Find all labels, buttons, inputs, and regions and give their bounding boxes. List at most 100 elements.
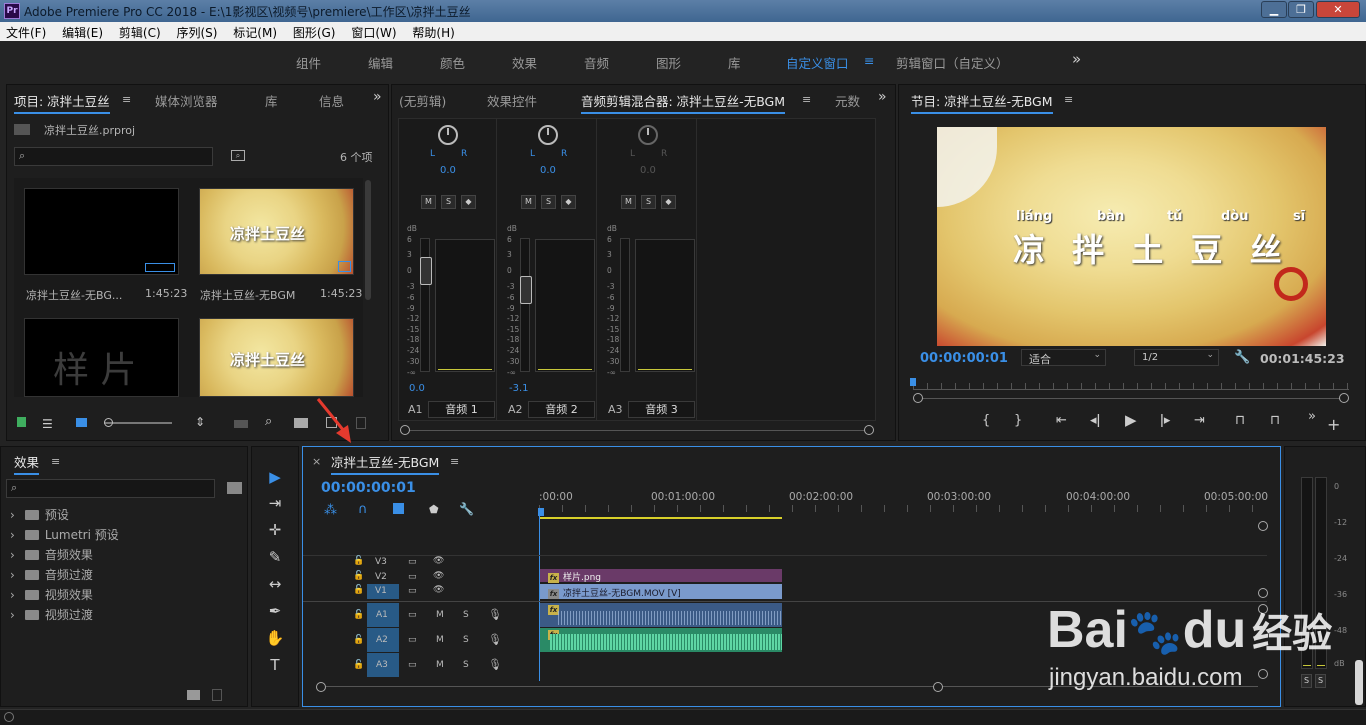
track-sync-icon[interactable]: ▭: [408, 572, 417, 582]
workspace-libraries[interactable]: 库: [728, 53, 741, 72]
project-item-thumbnail-sample[interactable]: 样 片: [24, 318, 179, 397]
play-icon[interactable]: ▶: [1125, 411, 1137, 429]
mixer-scroll-handle-left[interactable]: [400, 425, 410, 435]
program-zoom-handle-right[interactable]: [1339, 393, 1349, 403]
tab-effect-controls[interactable]: 效果控件: [487, 91, 537, 110]
volume-fader-handle[interactable]: [520, 276, 532, 304]
mark-out-icon[interactable]: }: [1014, 413, 1022, 428]
track-mute-button[interactable]: M: [436, 660, 444, 670]
mixer-tab-menu-icon[interactable]: ≡: [802, 93, 811, 106]
track-lock-icon[interactable]: 🔓: [353, 585, 364, 595]
track-select-tool-icon[interactable]: ⇥: [265, 493, 285, 513]
pan-value[interactable]: 0.0: [440, 165, 456, 176]
tab-libraries[interactable]: 库: [265, 91, 278, 110]
tab-source[interactable]: (无剪辑): [399, 91, 446, 110]
track-lock-icon[interactable]: 🔓: [353, 571, 364, 581]
workspace-assembly[interactable]: 组件: [296, 53, 321, 72]
tab-info[interactable]: 信息: [319, 91, 344, 110]
workspace-clip-custom[interactable]: 剪辑窗口（自定义）: [896, 53, 1009, 72]
new-custom-bin-icon[interactable]: [227, 482, 242, 494]
find-icon[interactable]: ⌕: [265, 414, 272, 429]
zoom-slider[interactable]: [104, 422, 172, 424]
timeline-sequence-tab[interactable]: 凉拌土豆丝-无BGM: [331, 452, 439, 475]
effects-folder-audio-effects[interactable]: › 音频效果: [10, 546, 93, 563]
pan-value[interactable]: 0.0: [640, 165, 656, 176]
mute-button[interactable]: M: [621, 195, 636, 209]
keyframe-button[interactable]: ◆: [461, 195, 476, 209]
close-window-button[interactable]: ✕: [1316, 1, 1360, 18]
lift-icon[interactable]: ⊓: [1235, 413, 1245, 428]
project-more-icon[interactable]: »: [373, 89, 382, 105]
menu-edit[interactable]: 编辑(E): [56, 22, 109, 43]
effects-folder-video-effects[interactable]: › 视频效果: [10, 586, 93, 603]
menu-marker[interactable]: 标记(M): [227, 22, 283, 43]
track-solo-button[interactable]: S: [463, 635, 469, 645]
project-item-name[interactable]: 凉拌土豆丝-无BG...: [26, 287, 122, 303]
track-eye-icon[interactable]: 👁: [433, 571, 444, 581]
lock-icon[interactable]: [17, 417, 26, 427]
workspace-color[interactable]: 颜色: [440, 53, 465, 72]
workspace-audio[interactable]: 音频: [584, 53, 609, 72]
razor-tool-icon[interactable]: ✎: [265, 547, 285, 567]
meters-scrollbar[interactable]: [1355, 660, 1363, 705]
nest-toggle-icon[interactable]: ⁂: [324, 503, 337, 518]
go-to-out-icon[interactable]: ⇥: [1194, 413, 1205, 428]
workspace-editing[interactable]: 编辑: [368, 53, 393, 72]
volume-value[interactable]: 0.0: [409, 383, 425, 394]
step-back-icon[interactable]: ◂ǀ: [1090, 413, 1100, 428]
pan-knob[interactable]: [438, 125, 458, 145]
fit-dropdown[interactable]: 适合 ⌄: [1021, 349, 1106, 366]
program-playhead[interactable]: [910, 378, 916, 386]
track-label-a2[interactable]: A2: [376, 635, 388, 645]
new-search-bin-icon[interactable]: ⌕: [231, 150, 245, 161]
snap-magnet-icon[interactable]: ∩: [358, 502, 368, 517]
program-video-frame[interactable]: liáng bàn tǔ dòu sī 凉 拌 土 豆 丝: [937, 127, 1326, 346]
menu-sequence[interactable]: 序列(S): [170, 22, 223, 43]
tab-media-browser[interactable]: 媒体浏览器: [155, 91, 218, 110]
hand-tool-icon[interactable]: ✋: [265, 628, 285, 648]
selection-tool-icon[interactable]: ▶: [265, 467, 285, 487]
clip-v1-video[interactable]: fx 凉拌土豆丝-无BGM.MOV [V]: [540, 584, 782, 599]
mute-button[interactable]: M: [521, 195, 536, 209]
linked-selection-icon[interactable]: [393, 503, 404, 514]
trash-icon[interactable]: [212, 689, 222, 701]
effects-folder-video-transitions[interactable]: › 视频过渡: [10, 606, 93, 623]
project-search-input[interactable]: ⌕: [14, 147, 213, 166]
center-more-icon[interactable]: »: [878, 89, 887, 105]
tab-audio-clip-mixer[interactable]: 音频剪辑混合器: 凉拌土豆丝-无BGM: [581, 91, 785, 114]
timeline-ruler-ticks[interactable]: [539, 505, 1257, 512]
track-mic-icon[interactable]: 🎙: [488, 658, 502, 671]
wrench-icon[interactable]: 🔧: [1234, 350, 1250, 365]
clip-v2-still[interactable]: fx 样片.png: [540, 569, 782, 583]
volume-value[interactable]: -3.1: [509, 383, 529, 394]
track-lock-icon[interactable]: 🔓: [353, 635, 364, 645]
menu-file[interactable]: 文件(F): [0, 22, 52, 43]
track-sync-icon[interactable]: ▭: [408, 660, 417, 670]
video-track-scroll-handle[interactable]: [1258, 588, 1268, 598]
track-eye-icon[interactable]: 👁: [433, 585, 444, 595]
program-timecode[interactable]: 00:00:00:01: [920, 351, 1008, 366]
keyframe-button[interactable]: ◆: [661, 195, 676, 209]
track-solo-button[interactable]: S: [463, 660, 469, 670]
workspace-custom[interactable]: 自定义窗口: [786, 53, 849, 72]
project-item-thumbnail-sequence[interactable]: [24, 188, 179, 275]
track-mute-button[interactable]: M: [436, 610, 444, 620]
timeline-scroll-handle-left[interactable]: [316, 682, 326, 692]
track-sync-icon[interactable]: ▭: [408, 557, 417, 567]
new-bin-icon[interactable]: [294, 418, 308, 428]
timeline-timecode[interactable]: 00:00:00:01: [321, 480, 416, 496]
workspace-effects[interactable]: 效果: [512, 53, 537, 72]
clip-a1-audio[interactable]: fx: [540, 603, 782, 627]
track-sync-icon[interactable]: ▭: [408, 586, 417, 596]
effects-folder-presets[interactable]: › 预设: [10, 506, 69, 523]
timeline-close-button[interactable]: ×: [312, 455, 321, 468]
mixer-scroll-handle-right[interactable]: [864, 425, 874, 435]
track-lock-icon[interactable]: 🔓: [353, 556, 364, 566]
menu-window[interactable]: 窗口(W): [345, 22, 402, 43]
effects-folder-lumetri[interactable]: › Lumetri 预设: [10, 526, 119, 543]
workspace-menu-icon[interactable]: ≡: [864, 53, 874, 68]
automate-icon[interactable]: [234, 420, 248, 428]
workspace-more-icon[interactable]: »: [1072, 50, 1081, 68]
track-mic-icon[interactable]: 🎙: [488, 608, 502, 621]
solo-button[interactable]: S: [641, 195, 656, 209]
